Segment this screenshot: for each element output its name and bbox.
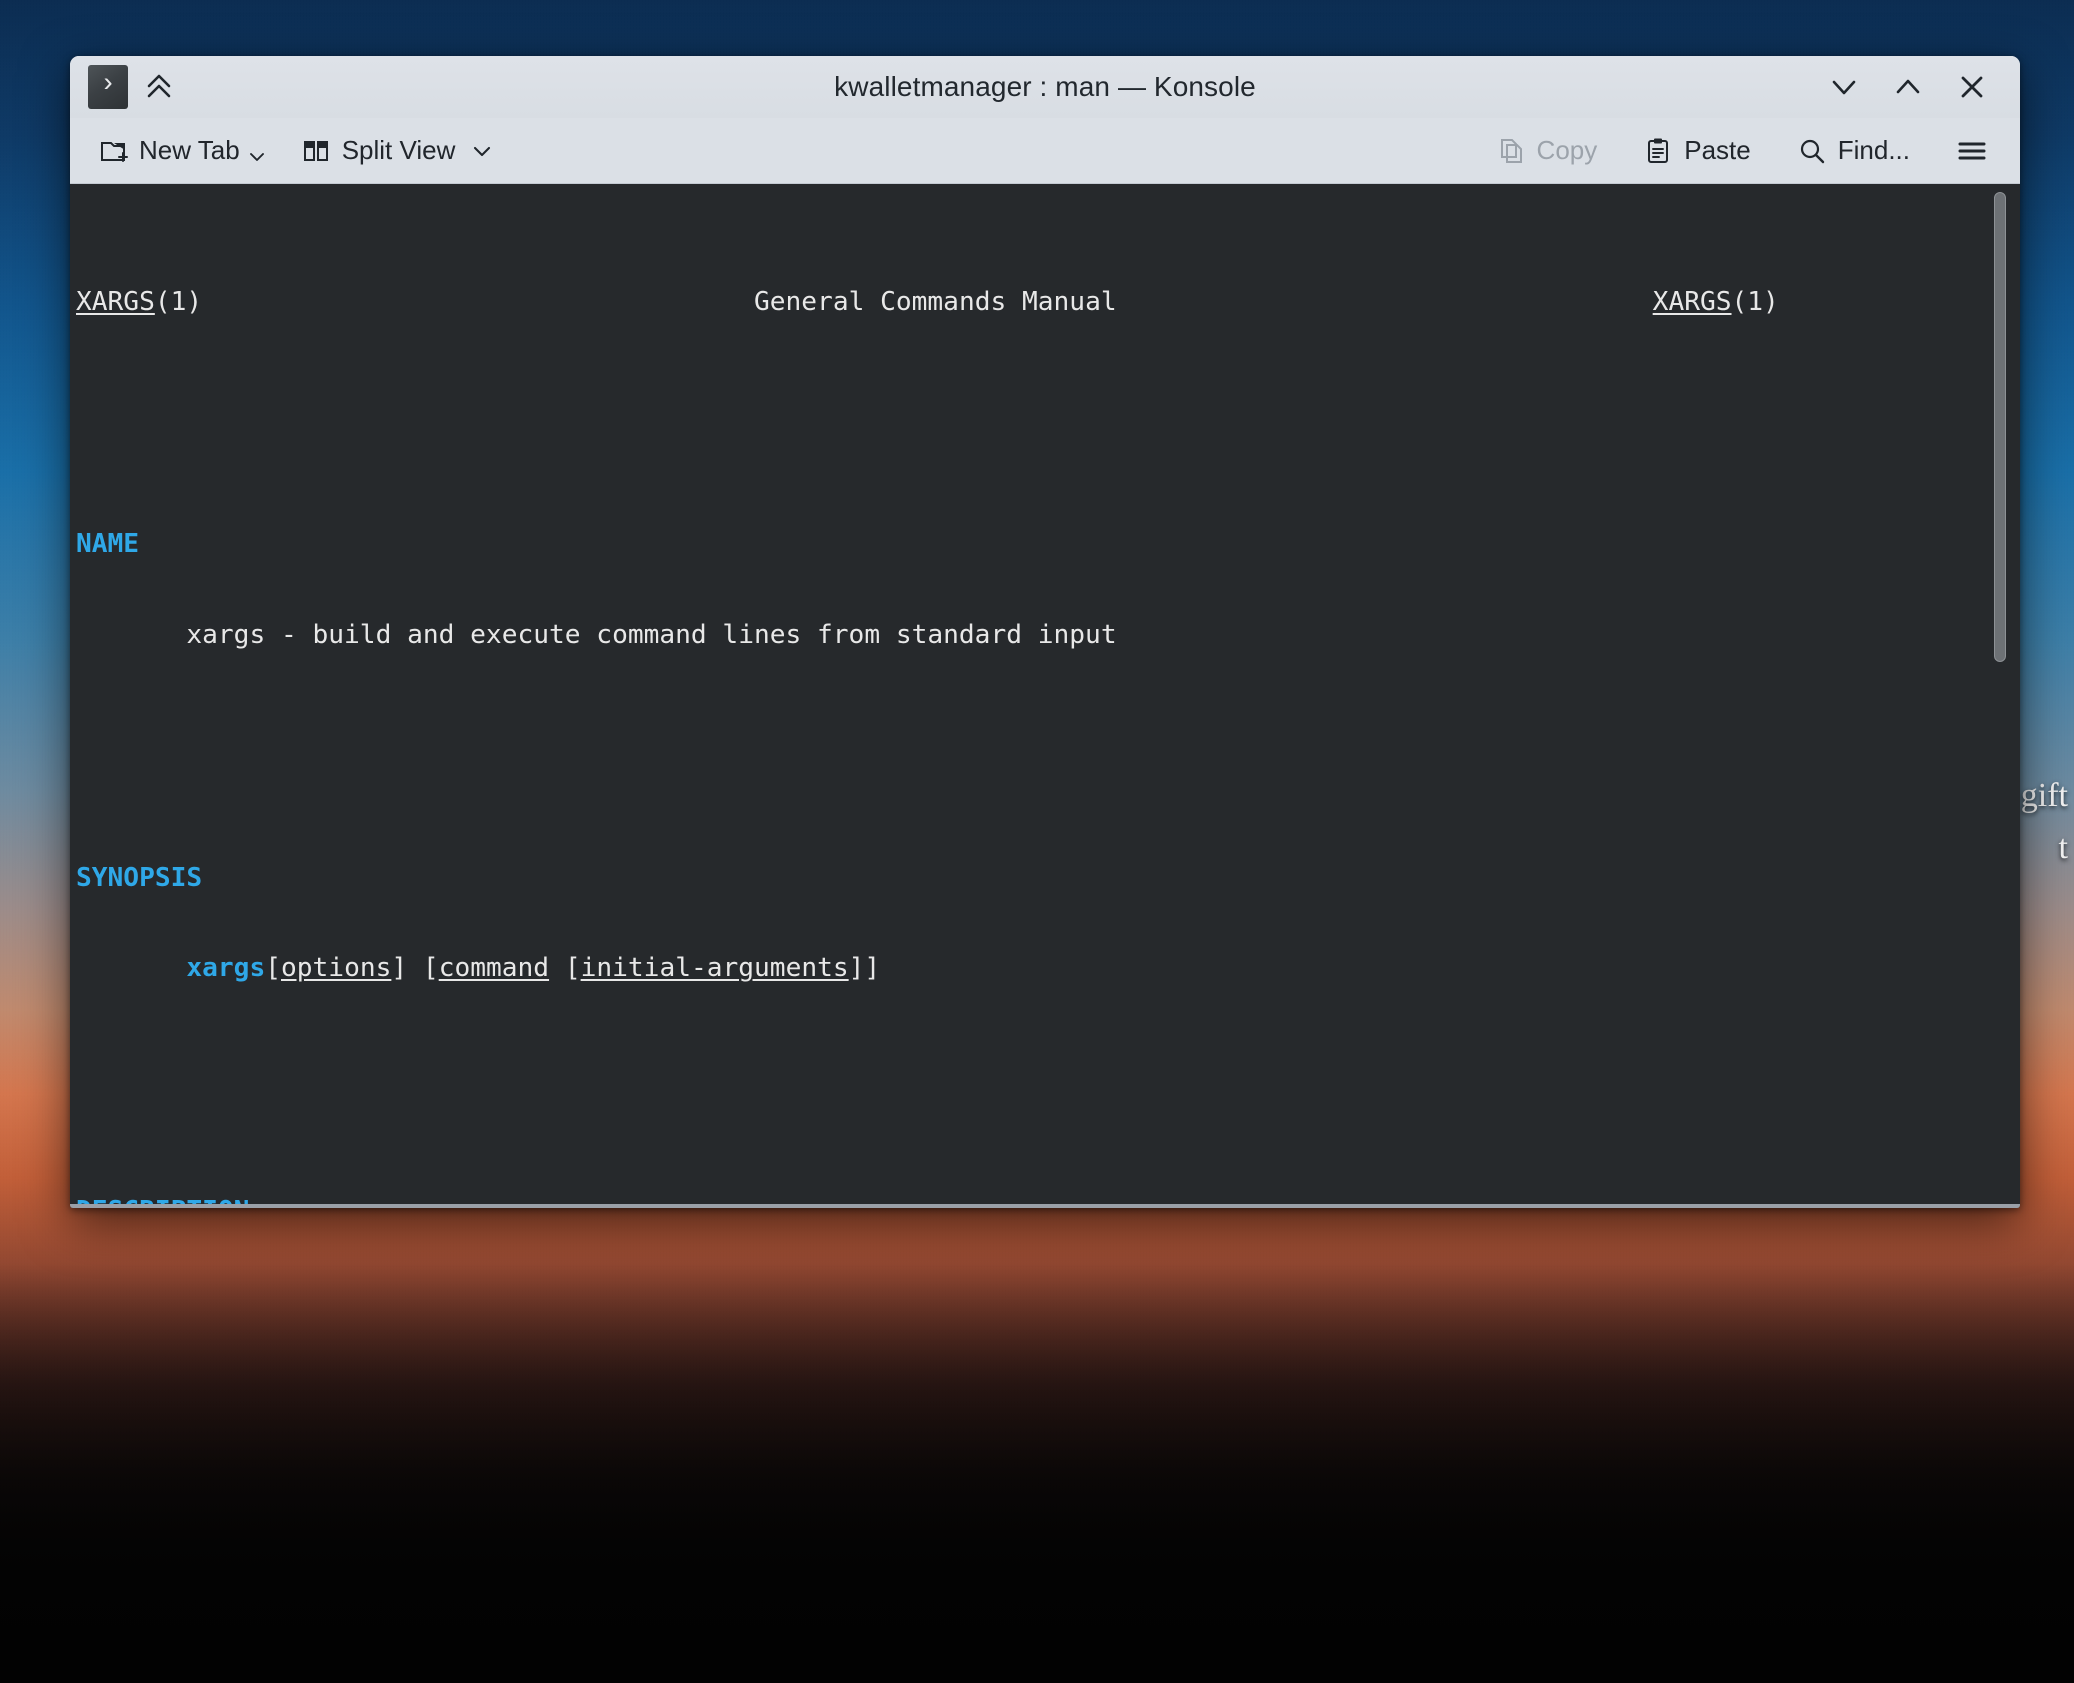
man-header-line: XARGS(1) General Commands Manual XARGS(1…: [76, 287, 1974, 317]
name-body-line: xargs - build and execute command lines …: [76, 620, 1974, 650]
minimize-icon[interactable]: [1822, 65, 1866, 109]
man-page-content: XARGS(1) General Commands Manual XARGS(1…: [76, 196, 1974, 1208]
man-header-center: General Commands Manual: [754, 287, 1117, 317]
split-view-chevron-down-icon[interactable]: [465, 135, 505, 167]
terminal-view[interactable]: XARGS(1) General Commands Manual XARGS(1…: [70, 184, 2020, 1208]
terminal-scrollbar-thumb[interactable]: [1994, 192, 2006, 662]
synopsis-body-line: xargs[options] [command [initial-argumen…: [76, 953, 1974, 983]
window-controls: [1822, 65, 2020, 109]
terminal-scrollbar[interactable]: [1992, 192, 2008, 1200]
wallpaper-horizon: [0, 1263, 2074, 1683]
search-icon: [1797, 136, 1827, 166]
window-titlebar: › kwalletmanager : man — Konsole: [70, 56, 2020, 118]
konsole-toolbar: New Tab Split View: [70, 118, 2020, 184]
paste-button[interactable]: Paste: [1633, 128, 1761, 173]
split-view-label: Split View: [342, 135, 456, 166]
paste-icon: [1643, 136, 1673, 166]
hamburger-menu-button[interactable]: [1946, 131, 1998, 171]
copy-button[interactable]: Copy: [1486, 128, 1608, 173]
new-tab-label: New Tab: [139, 135, 240, 166]
find-button[interactable]: Find...: [1787, 128, 1920, 173]
close-icon[interactable]: [1950, 65, 1994, 109]
blank-line: [76, 1075, 1974, 1105]
man-header-right: XARGS: [1653, 287, 1732, 317]
desktop-text-line-2: t: [2059, 829, 2068, 866]
section-heading-name: NAME: [76, 529, 1974, 559]
window-title: kwalletmanager : man — Konsole: [70, 71, 2020, 103]
find-label: Find...: [1838, 135, 1910, 166]
copy-icon: [1496, 136, 1526, 166]
blank-line: [76, 408, 1974, 438]
window-bottom-border: [70, 1204, 2020, 1208]
man-header-left: XARGS: [76, 287, 155, 317]
konsole-app-icon[interactable]: ›: [88, 65, 128, 109]
paste-label: Paste: [1684, 135, 1751, 166]
man-header-left-suffix: (1): [155, 287, 202, 317]
man-header-right-suffix: (1): [1732, 287, 1779, 317]
blank-line: [76, 741, 1974, 771]
section-heading-synopsis: SYNOPSIS: [76, 863, 1974, 893]
app-icon-glyph: ›: [100, 72, 116, 99]
new-tab-chevron-down-icon[interactable]: [247, 150, 267, 166]
hamburger-menu-icon: [1956, 138, 1988, 164]
maximize-icon[interactable]: [1886, 65, 1930, 109]
split-view-icon: [301, 136, 331, 166]
collapse-toolbar-icon[interactable]: [142, 70, 176, 104]
copy-label: Copy: [1537, 135, 1598, 166]
new-tab-button[interactable]: New Tab: [88, 128, 277, 173]
konsole-window: › kwalletmanager : man — Konsole: [70, 56, 2020, 1208]
titlebar-left-controls: ›: [70, 65, 176, 109]
desktop-widget-text: gift t: [2021, 770, 2068, 874]
desktop-text-line-1: gift: [2021, 777, 2068, 814]
new-tab-icon: [98, 136, 128, 166]
split-view-button[interactable]: Split View: [291, 128, 466, 173]
